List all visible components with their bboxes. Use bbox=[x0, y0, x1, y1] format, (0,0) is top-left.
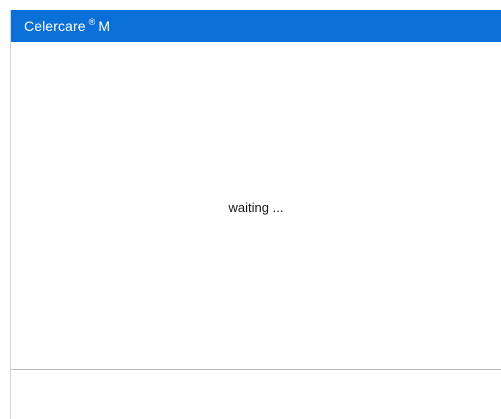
registered-mark: ® bbox=[88, 17, 96, 27]
app-title-name: Celercare bbox=[24, 18, 86, 34]
footer-bar bbox=[11, 369, 501, 419]
app-window: Celercare ® M waiting ... bbox=[10, 10, 501, 419]
title-bar: Celercare ® M bbox=[11, 10, 501, 42]
main-content: waiting ... bbox=[11, 42, 501, 369]
waiting-status-text: waiting ... bbox=[228, 200, 284, 215]
app-title-model: M bbox=[98, 18, 111, 34]
